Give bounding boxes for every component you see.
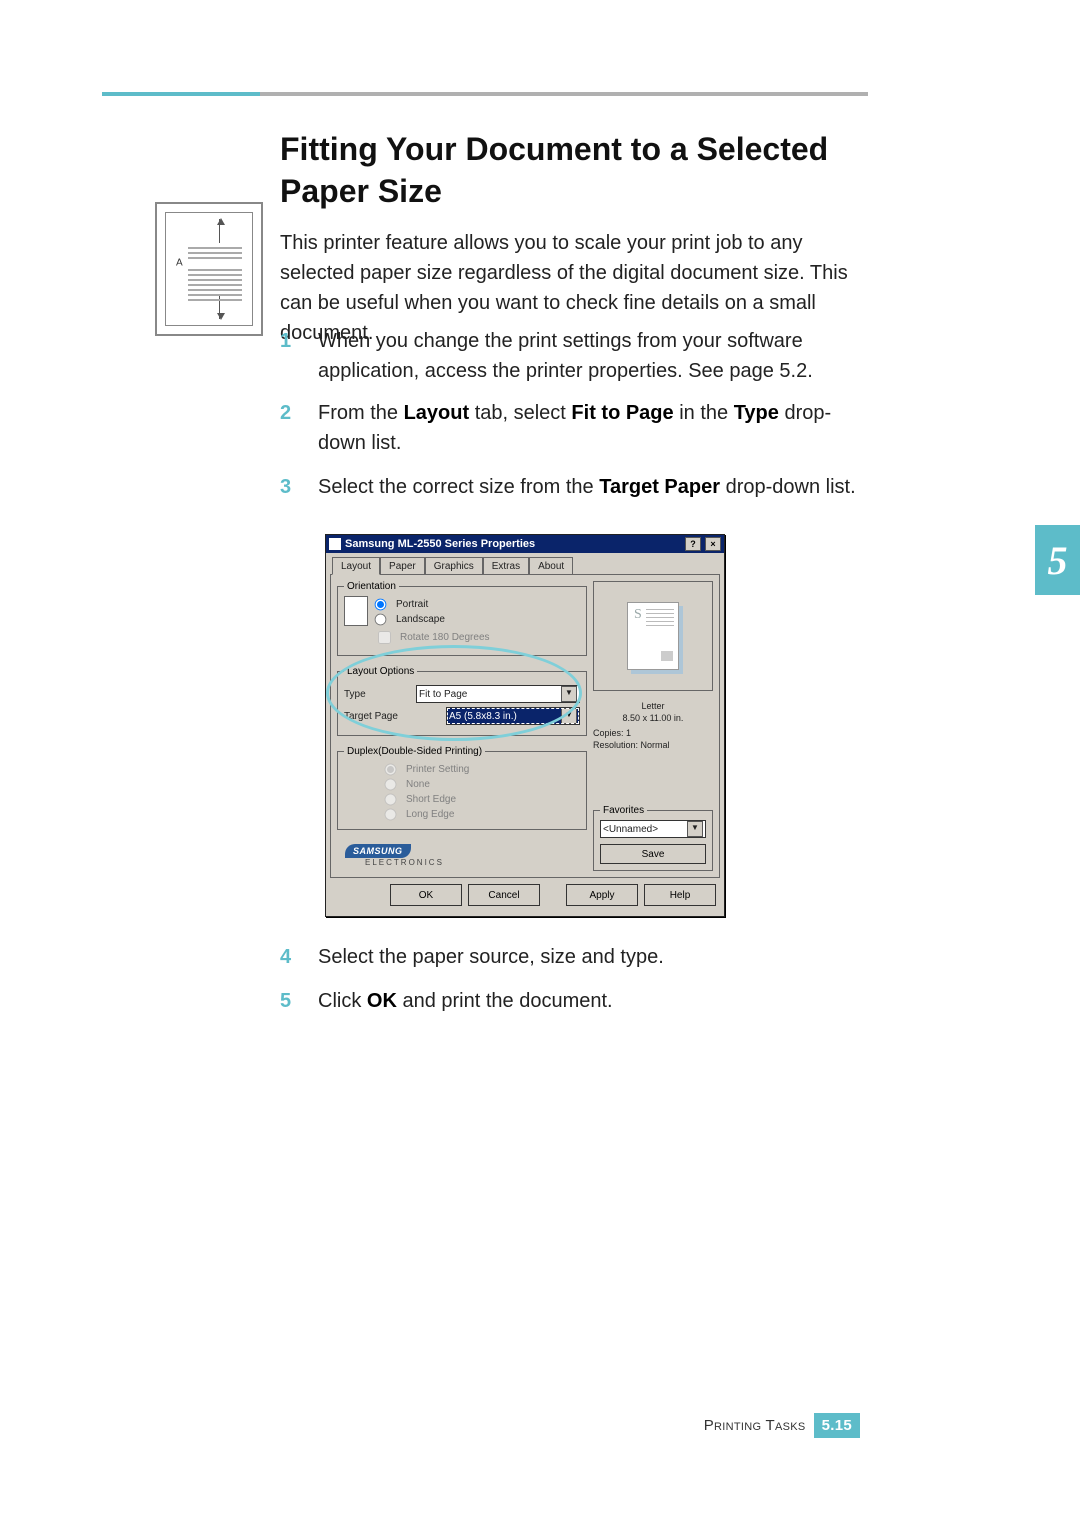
type-dropdown[interactable]: Fit to Page ▼ — [416, 685, 580, 703]
orientation-preview-icon — [344, 596, 368, 626]
page-footer: Printing Tasks 5.15 — [704, 1413, 860, 1438]
duplex-legend: Duplex(Double-Sided Printing) — [344, 746, 485, 757]
tab-layout[interactable]: Layout — [332, 557, 380, 575]
apply-button[interactable]: Apply — [566, 884, 638, 906]
header-grey-rule — [260, 92, 868, 96]
dialog-button-row: OK Cancel Apply Help — [330, 878, 720, 912]
tab-graphics[interactable]: Graphics — [425, 557, 483, 574]
dialog-titlebar: Samsung ML-2550 Series Properties ? × — [326, 535, 724, 553]
radio-printer-setting: Printer Setting — [384, 763, 580, 776]
target-page-dropdown[interactable]: A5 (5.8x8.3 in.) ▼ — [446, 707, 580, 725]
step-3: 3 Select the correct size from the Targe… — [280, 472, 870, 502]
chevron-down-icon: ▼ — [687, 821, 703, 837]
rotate180-input — [378, 631, 391, 644]
step-1: 1 When you change the print settings fro… — [280, 326, 870, 386]
properties-dialog: Samsung ML-2550 Series Properties ? × La… — [325, 534, 725, 917]
tab-pane: Orientation Portrait Landscape Rotate 18… — [330, 574, 720, 878]
chapter-side-tab: 5 — [1035, 525, 1080, 595]
radio-long-edge: Long Edge — [384, 808, 580, 821]
figure-label: A — [176, 258, 183, 269]
printer-icon — [329, 538, 341, 550]
resolution: Resolution: Normal — [593, 740, 713, 752]
electronics-label: ELECTRONICS — [365, 858, 579, 867]
footer-page-badge: 5.15 — [814, 1413, 860, 1438]
page-preview — [593, 581, 713, 691]
arrow-up-icon — [219, 219, 220, 243]
close-button[interactable]: × — [705, 537, 721, 551]
step-text: Select the correct size from the Target … — [318, 472, 856, 502]
ok-button[interactable]: OK — [390, 884, 462, 906]
tab-extras[interactable]: Extras — [483, 557, 529, 574]
save-favorite-button[interactable]: Save — [600, 844, 706, 864]
layout-options-group: Layout Options Type Fit to Page ▼ Target… — [337, 666, 587, 736]
orientation-group: Orientation Portrait Landscape Rotate 18… — [337, 581, 587, 656]
page-title: Fitting Your Document to a Selected Pape… — [280, 129, 870, 212]
type-label: Type — [344, 689, 408, 700]
footer-section: Printing Tasks — [704, 1417, 806, 1434]
favorites-value: <Unnamed> — [603, 824, 658, 835]
target-page-label: Target Page — [344, 711, 408, 722]
step-number: 1 — [280, 326, 298, 386]
type-value: Fit to Page — [419, 689, 467, 700]
target-page-value: A5 (5.8x8.3 in.) — [449, 711, 517, 722]
help-button[interactable]: ? — [685, 537, 701, 551]
chevron-down-icon: ▼ — [561, 686, 577, 702]
radio-short-edge: Short Edge — [384, 793, 580, 806]
figure-text-lines — [188, 247, 242, 304]
step-number: 2 — [280, 398, 298, 458]
duplex-group: Duplex(Double-Sided Printing) Printer Se… — [337, 746, 587, 830]
samsung-logo: SAMSUNG — [345, 844, 411, 858]
radio-landscape-input[interactable] — [375, 614, 387, 626]
help-button[interactable]: Help — [644, 884, 716, 906]
step-text: Select the paper source, size and type. — [318, 942, 664, 972]
step-text: From the Layout tab, select Fit to Page … — [318, 398, 870, 458]
favorites-legend: Favorites — [600, 805, 647, 816]
radio-landscape[interactable]: Landscape — [374, 613, 580, 626]
layout-options-legend: Layout Options — [344, 666, 417, 677]
preview-meta: Letter 8.50 x 11.00 in. Copies: 1 Resolu… — [593, 701, 713, 752]
dialog-title: Samsung ML-2550 Series Properties — [345, 538, 681, 550]
step-5: 5 Click OK and print the document. — [280, 986, 870, 1016]
paper-name: Letter — [593, 701, 713, 713]
radio-portrait-input[interactable] — [375, 599, 387, 611]
tab-paper[interactable]: Paper — [380, 557, 425, 574]
favorites-group: Favorites <Unnamed> ▼ Save — [593, 805, 713, 871]
header-accent-rule — [102, 92, 260, 96]
figure-page: A — [165, 212, 253, 326]
orientation-legend: Orientation — [344, 581, 399, 592]
step-4: 4 Select the paper source, size and type… — [280, 942, 870, 972]
step-number: 3 — [280, 472, 298, 502]
dialog-tabs: Layout Paper Graphics Extras About — [332, 557, 720, 574]
tab-about[interactable]: About — [529, 557, 573, 574]
step-number: 5 — [280, 986, 298, 1016]
step-number: 4 — [280, 942, 298, 972]
paper-dim: 8.50 x 11.00 in. — [593, 713, 713, 725]
step-text: When you change the print settings from … — [318, 326, 870, 386]
radio-portrait[interactable]: Portrait — [374, 598, 580, 611]
favorites-dropdown[interactable]: <Unnamed> ▼ — [600, 820, 706, 838]
chevron-down-icon: ▼ — [561, 708, 577, 724]
brand-logo: SAMSUNG ELECTRONICS — [337, 840, 587, 871]
checkbox-rotate180: Rotate 180 Degrees — [374, 628, 580, 647]
cancel-button[interactable]: Cancel — [468, 884, 540, 906]
step-text: Click OK and print the document. — [318, 986, 613, 1016]
margin-figure: A — [155, 202, 263, 336]
copies: Copies: 1 — [593, 728, 713, 740]
radio-none: None — [384, 778, 580, 791]
preview-page-icon — [627, 602, 679, 670]
step-2: 2 From the Layout tab, select Fit to Pag… — [280, 398, 870, 458]
